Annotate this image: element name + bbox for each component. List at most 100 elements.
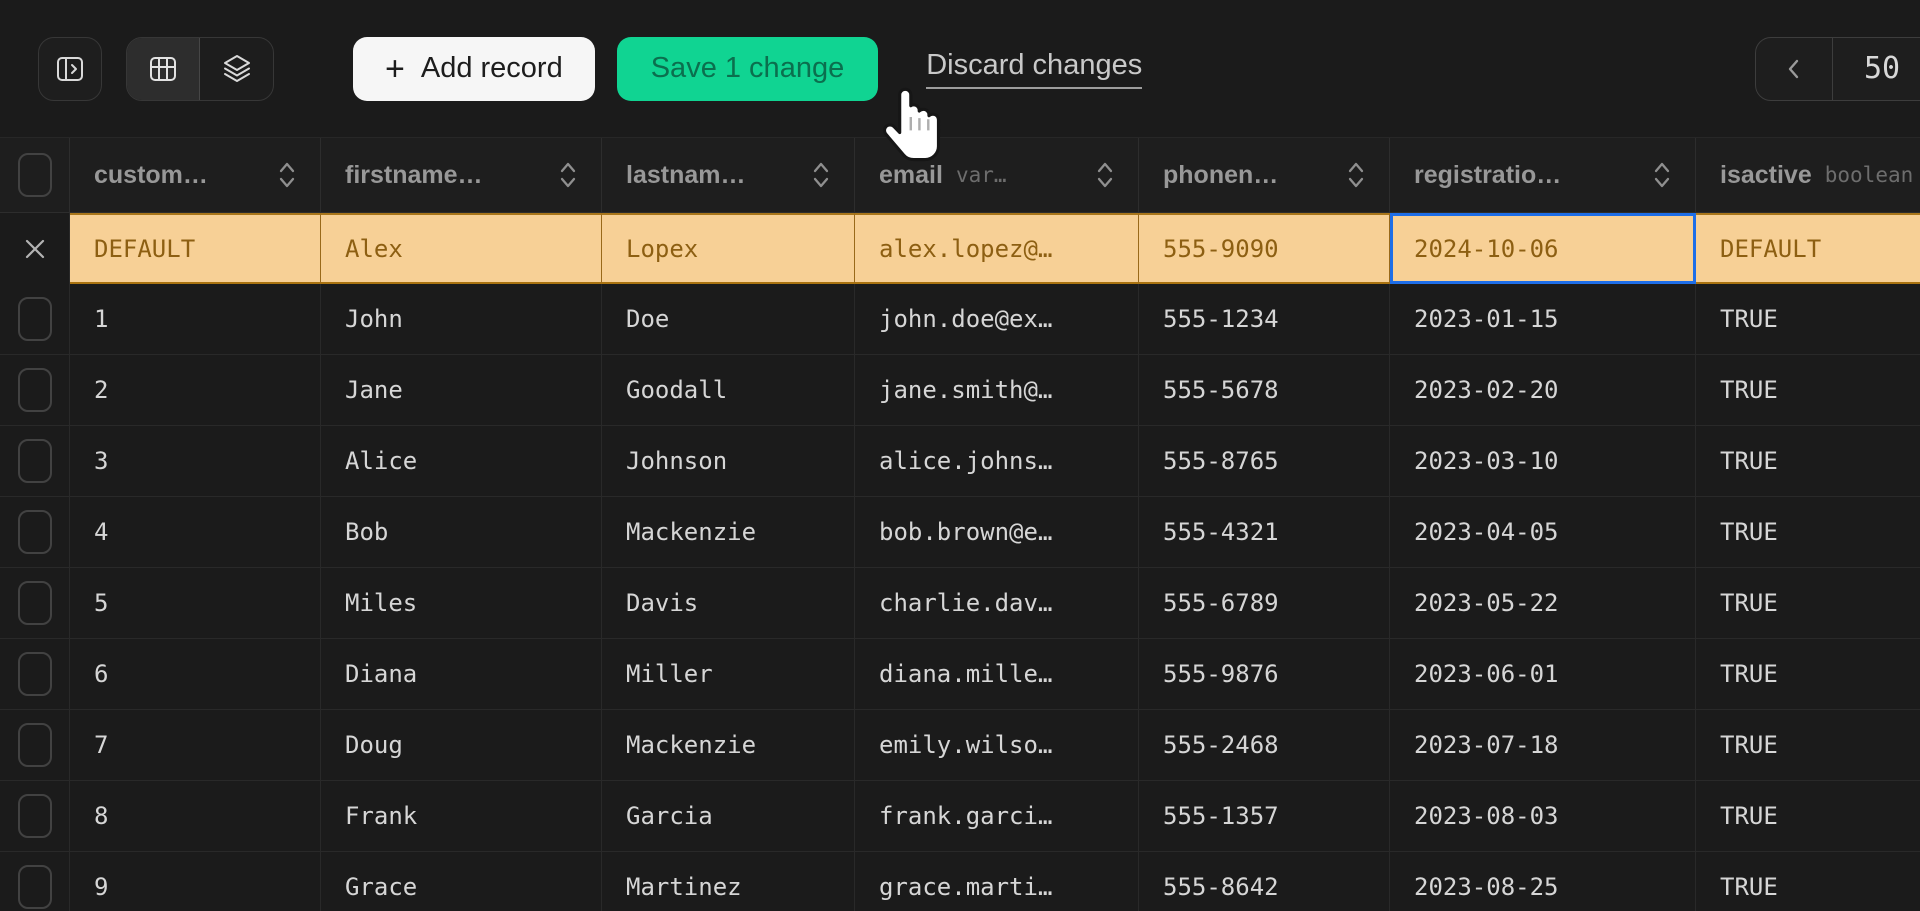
column-header-5[interactable]: registratio… (1390, 138, 1696, 212)
column-header-3[interactable]: email var… (855, 138, 1139, 212)
table-cell[interactable]: 2023-08-25 (1390, 852, 1696, 911)
table-cell[interactable]: 3 (70, 426, 321, 496)
table-cell[interactable]: 555-5678 (1139, 355, 1390, 425)
row-select-cell[interactable] (0, 355, 70, 425)
row-checkbox[interactable] (18, 865, 52, 909)
table-cell[interactable]: 2023-04-05 (1390, 497, 1696, 567)
selected-cell[interactable]: 2024-10-06 (1390, 213, 1696, 284)
table-cell[interactable]: Bob (321, 497, 602, 567)
row-checkbox[interactable] (18, 652, 52, 696)
x-icon[interactable] (20, 234, 50, 264)
save-changes-button[interactable]: Save 1 change (617, 37, 878, 101)
table-cell[interactable]: frank.garci… (855, 781, 1139, 851)
column-header-6[interactable]: isactive boolean (1696, 138, 1920, 212)
column-header-0[interactable]: custom… (70, 138, 321, 212)
table-cell[interactable]: bob.brown@e… (855, 497, 1139, 567)
row-checkbox[interactable] (18, 723, 52, 767)
table-cell[interactable]: TRUE (1696, 355, 1920, 425)
table-cell[interactable]: diana.mille… (855, 639, 1139, 709)
table-cell[interactable]: Miles (321, 568, 602, 638)
table-cell[interactable]: 555-1357 (1139, 781, 1390, 851)
row-checkbox[interactable] (18, 368, 52, 412)
table-cell[interactable]: grace.marti… (855, 852, 1139, 911)
table-cell[interactable]: jane.smith@… (855, 355, 1139, 425)
table-cell[interactable]: emily.wilso… (855, 710, 1139, 780)
table-cell[interactable]: Alex (321, 213, 602, 284)
table-cell[interactable]: DEFAULT (70, 213, 321, 284)
table-cell[interactable]: 555-1234 (1139, 284, 1390, 354)
view-toggle-table[interactable] (127, 38, 200, 100)
table-cell[interactable]: TRUE (1696, 568, 1920, 638)
table-cell[interactable]: Diana (321, 639, 602, 709)
column-header-2[interactable]: lastnam… (602, 138, 855, 212)
table-cell[interactable]: alex.lopez@… (855, 213, 1139, 284)
row-checkbox[interactable] (18, 510, 52, 554)
page-size-control[interactable]: 50 (1832, 37, 1920, 101)
table-cell[interactable]: 555-2468 (1139, 710, 1390, 780)
table-cell[interactable]: Mackenzie (602, 497, 855, 567)
table-cell[interactable]: Jane (321, 355, 602, 425)
previous-page-button[interactable] (1755, 37, 1833, 101)
table-cell[interactable]: Johnson (602, 426, 855, 496)
table-cell[interactable]: alice.johns… (855, 426, 1139, 496)
table-cell[interactable]: 6 (70, 639, 321, 709)
row-select-cell[interactable] (0, 710, 70, 780)
table-cell[interactable]: 9 (70, 852, 321, 911)
discard-changes-link[interactable]: Discard changes (926, 49, 1142, 89)
row-select-cell[interactable] (0, 213, 70, 284)
table-cell[interactable]: 7 (70, 710, 321, 780)
table-cell[interactable]: TRUE (1696, 781, 1920, 851)
row-checkbox[interactable] (18, 297, 52, 341)
table-cell[interactable]: Doe (602, 284, 855, 354)
row-select-cell[interactable] (0, 568, 70, 638)
select-all-checkbox[interactable] (18, 153, 52, 197)
table-cell[interactable]: 555-9090 (1139, 213, 1390, 284)
table-cell[interactable]: charlie.dav… (855, 568, 1139, 638)
table-cell[interactable]: Alice (321, 426, 602, 496)
table-cell[interactable]: Mackenzie (602, 710, 855, 780)
table-cell[interactable]: 2023-05-22 (1390, 568, 1696, 638)
table-cell[interactable]: Frank (321, 781, 602, 851)
table-cell[interactable]: 2023-02-20 (1390, 355, 1696, 425)
table-cell[interactable]: 5 (70, 568, 321, 638)
table-cell[interactable]: TRUE (1696, 639, 1920, 709)
table-cell[interactable]: 555-4321 (1139, 497, 1390, 567)
table-cell[interactable]: Davis (602, 568, 855, 638)
table-cell[interactable]: TRUE (1696, 426, 1920, 496)
table-cell[interactable]: TRUE (1696, 284, 1920, 354)
table-cell[interactable]: TRUE (1696, 852, 1920, 911)
table-cell[interactable]: 2023-01-15 (1390, 284, 1696, 354)
table-cell[interactable]: TRUE (1696, 710, 1920, 780)
table-cell[interactable]: 8 (70, 781, 321, 851)
row-checkbox[interactable] (18, 581, 52, 625)
table-cell[interactable]: TRUE (1696, 497, 1920, 567)
table-cell[interactable]: Grace (321, 852, 602, 911)
table-cell[interactable]: john.doe@ex… (855, 284, 1139, 354)
table-cell[interactable]: Martinez (602, 852, 855, 911)
table-cell[interactable]: Goodall (602, 355, 855, 425)
table-cell[interactable]: 555-6789 (1139, 568, 1390, 638)
select-all-cell[interactable] (0, 138, 70, 212)
table-cell[interactable]: John (321, 284, 602, 354)
table-cell[interactable]: Garcia (602, 781, 855, 851)
table-cell[interactable]: 555-8642 (1139, 852, 1390, 911)
row-select-cell[interactable] (0, 852, 70, 911)
row-select-cell[interactable] (0, 497, 70, 567)
row-select-cell[interactable] (0, 284, 70, 354)
row-checkbox[interactable] (18, 794, 52, 838)
table-cell[interactable]: 2023-08-03 (1390, 781, 1696, 851)
table-cell[interactable]: 2023-07-18 (1390, 710, 1696, 780)
row-select-cell[interactable] (0, 426, 70, 496)
row-checkbox[interactable] (18, 439, 52, 483)
table-cell[interactable]: 2 (70, 355, 321, 425)
table-cell[interactable]: 4 (70, 497, 321, 567)
add-record-button[interactable]: + Add record (353, 37, 595, 101)
table-cell[interactable]: 2023-03-10 (1390, 426, 1696, 496)
row-select-cell[interactable] (0, 781, 70, 851)
table-cell[interactable]: DEFAULT (1696, 213, 1920, 284)
table-cell[interactable]: Miller (602, 639, 855, 709)
table-cell[interactable]: 1 (70, 284, 321, 354)
table-cell[interactable]: 555-9876 (1139, 639, 1390, 709)
table-cell[interactable]: Lopex (602, 213, 855, 284)
table-cell[interactable]: 555-8765 (1139, 426, 1390, 496)
